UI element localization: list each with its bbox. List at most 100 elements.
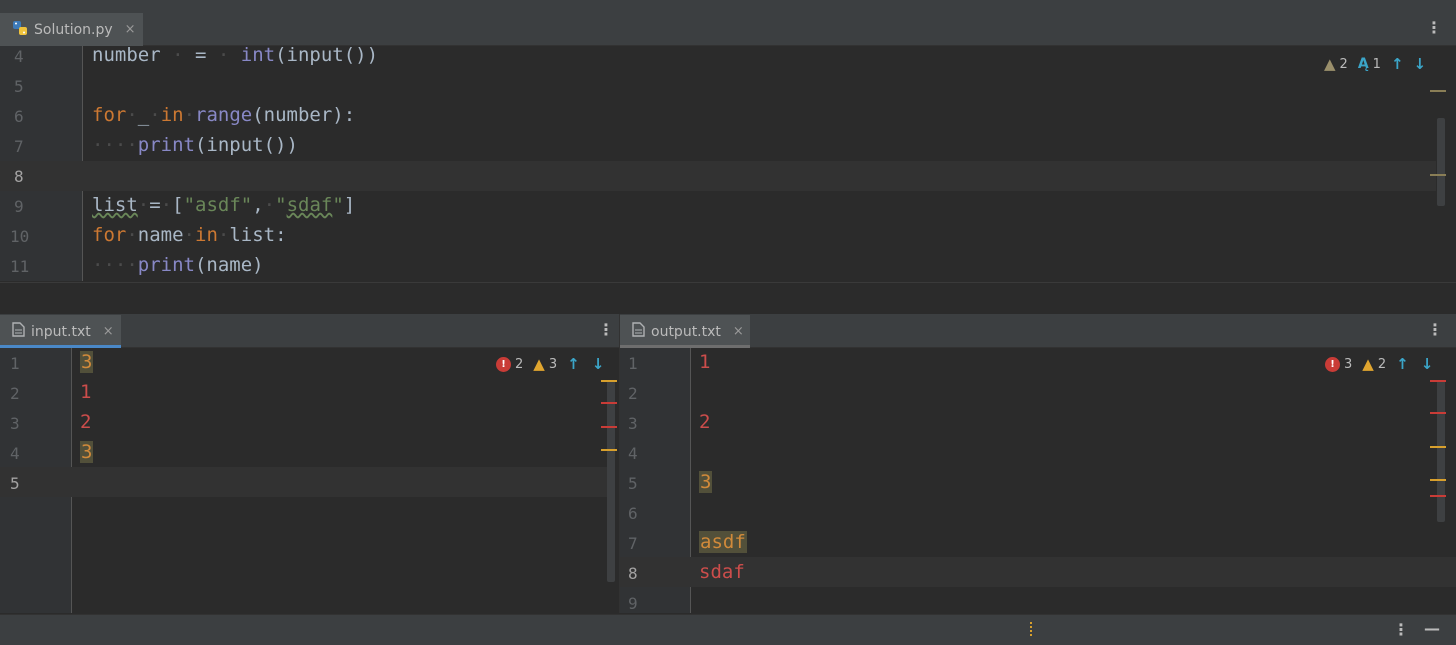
warning-stripe-mark[interactable] — [601, 380, 617, 382]
previous-highlight-icon[interactable]: ↑ — [1396, 355, 1409, 373]
code-token: [ — [172, 194, 184, 216]
error-stripe-mark[interactable] — [1430, 412, 1446, 414]
code-token: · — [137, 194, 150, 216]
code-token: · — [126, 224, 138, 246]
next-highlight-icon[interactable]: ↓ — [1421, 355, 1434, 373]
warning-stripe-mark[interactable] — [1430, 446, 1446, 448]
output-line: 3 — [699, 471, 713, 493]
code-token: in — [195, 224, 218, 246]
line-number: 4 — [628, 444, 638, 463]
tab-label: Solution.py — [34, 21, 113, 38]
error-stripe-mark[interactable] — [601, 402, 617, 404]
line-number: 8 — [14, 167, 24, 186]
code-token: for — [92, 104, 127, 126]
line-number: 7 — [14, 137, 24, 156]
code-token: "asdf" — [183, 194, 253, 216]
code-token: · — [183, 104, 196, 126]
status-more-options-icon[interactable]: ⋮ — [1393, 620, 1409, 639]
input-inspection-widget[interactable]: ! 2 ▲ 3 ↑ ↓ — [496, 355, 604, 373]
output-value: 2 — [699, 411, 711, 433]
warning-stripe-mark[interactable] — [1430, 174, 1446, 176]
code-token: · — [263, 194, 276, 216]
warning-count: 2 — [1339, 56, 1348, 72]
close-tab-icon[interactable]: × — [733, 324, 744, 339]
error-stripe-mark[interactable] — [601, 426, 617, 428]
output-scrollbar[interactable] — [1437, 380, 1445, 522]
warning-stripe-mark[interactable] — [1430, 90, 1446, 92]
previous-highlight-icon[interactable]: ↑ — [567, 355, 580, 373]
line-number: 4 — [10, 444, 20, 463]
line-number: 3 — [10, 414, 20, 433]
next-highlight-icon[interactable]: ↓ — [592, 355, 605, 373]
output-line: 1 — [699, 351, 710, 373]
output-line: 2 — [699, 411, 710, 433]
code-line: number · = · int(input()) — [92, 44, 378, 66]
pane-splitter[interactable] — [0, 282, 1456, 315]
output-line: sdaf — [699, 561, 745, 583]
line-number: 7 — [628, 534, 638, 553]
code-token: _ — [137, 104, 150, 126]
code-token: print — [137, 254, 195, 276]
code-token: (input()) — [275, 44, 379, 66]
python-file-icon — [12, 20, 28, 40]
code-line: ····print(input()) — [92, 134, 298, 156]
tab-label: input.txt — [31, 323, 91, 340]
editor-more-options-icon[interactable]: ⋮ — [1426, 18, 1442, 37]
output-value: 3 — [699, 471, 713, 493]
tab-input-txt[interactable]: input.txt × — [0, 315, 121, 348]
code-token: for — [92, 224, 127, 246]
warning-count: 3 — [548, 356, 558, 372]
tab-solution-py[interactable]: Solution.py × — [0, 13, 143, 46]
input-value: 3 — [80, 441, 94, 463]
code-token: ···· — [92, 254, 138, 276]
code-token: · — [149, 104, 161, 126]
code-token: (name) — [194, 254, 264, 276]
error-count: 2 — [515, 356, 524, 372]
code-token: · — [160, 194, 173, 216]
input-scrollbar[interactable] — [607, 380, 615, 582]
line-number: 4 — [14, 47, 24, 66]
editor-tab-bar — [0, 12, 1456, 46]
status-indicator-icon[interactable] — [1030, 622, 1034, 636]
warning-stripe-mark[interactable] — [1430, 479, 1446, 481]
input-more-options-icon[interactable]: ⋮ — [598, 320, 614, 339]
text-file-icon — [12, 322, 25, 341]
line-number: 8 — [628, 564, 638, 583]
error-stripe-mark[interactable] — [1430, 380, 1446, 382]
code-token: " — [332, 194, 344, 216]
code-token: (input()) — [194, 134, 298, 156]
editor-scrollbar[interactable] — [1437, 118, 1445, 206]
code-token: · — [183, 224, 195, 246]
line-number: 10 — [10, 227, 30, 246]
minimize-icon[interactable]: — — [1424, 619, 1440, 638]
next-highlight-icon[interactable]: ↓ — [1414, 55, 1427, 73]
warning-icon: ▲ — [533, 355, 545, 373]
code-token: · — [217, 224, 230, 246]
code-token: · — [126, 104, 138, 126]
line-number: 2 — [628, 384, 638, 403]
editor-current-line — [0, 161, 1436, 191]
output-more-options-icon[interactable]: ⋮ — [1427, 320, 1443, 339]
output-value: asdf — [699, 531, 747, 553]
output-value: sdaf — [699, 561, 745, 583]
previous-highlight-icon[interactable]: ↑ — [1391, 55, 1404, 73]
status-bar — [0, 614, 1456, 645]
input-line: 3 — [80, 441, 94, 463]
close-tab-icon[interactable]: × — [103, 324, 114, 339]
line-number: 1 — [628, 354, 638, 373]
error-icon: ! — [1325, 356, 1340, 372]
code-token: ] — [343, 194, 356, 216]
output-current-line — [620, 557, 1456, 587]
close-tab-icon[interactable]: × — [125, 22, 136, 37]
editor-inspection-widget[interactable]: ▲ 2 Ą 1 ↑ ↓ — [1324, 55, 1426, 73]
warning-stripe-mark[interactable] — [601, 449, 617, 451]
error-stripe-mark[interactable] — [1430, 495, 1446, 497]
code-token: (number): — [252, 104, 356, 126]
output-inspection-widget[interactable]: ! 3 ▲ 2 ↑ ↓ — [1325, 355, 1433, 373]
code-token: · — [206, 44, 241, 66]
line-number: 5 — [14, 77, 24, 96]
input-line: 2 — [80, 411, 91, 433]
warning-count: 2 — [1377, 356, 1387, 372]
tab-output-txt[interactable]: output.txt × — [620, 315, 750, 348]
line-number: 2 — [10, 384, 20, 403]
